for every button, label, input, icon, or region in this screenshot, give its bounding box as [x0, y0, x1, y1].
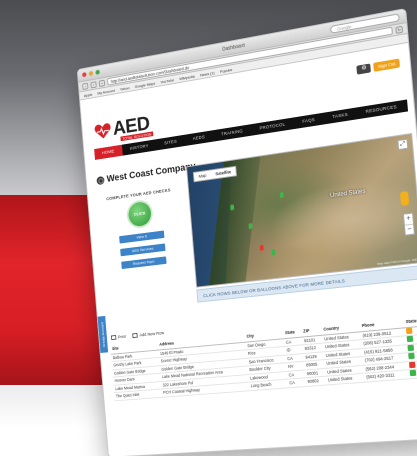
cell-zip: 90802: [305, 376, 326, 386]
bookmark-item[interactable]: Apple: [84, 91, 93, 97]
page-title: West Coast Company: [96, 161, 196, 186]
nav-item-aeds[interactable]: AEDS: [184, 130, 213, 146]
globe-icon: [96, 176, 104, 185]
forward-icon[interactable]: ›: [90, 81, 96, 88]
cell-state: CA: [287, 378, 306, 388]
browser-window: Dashboard Google ‹ › + http://aed.aedtot…: [77, 8, 417, 456]
logo[interactable]: AED TOTAL SOLUTION: [94, 114, 150, 140]
nav-item-training[interactable]: TRAINING: [213, 124, 252, 141]
status-badge: [408, 344, 415, 351]
fullscreen-icon[interactable]: ⤢: [397, 139, 408, 150]
company-name: West Coast Company: [106, 161, 196, 184]
add-tab-icon[interactable]: +: [99, 79, 105, 86]
map-label: United States: [330, 189, 366, 200]
nav-item-protocol[interactable]: PROTOCOL: [251, 117, 295, 135]
nav-item-tasks[interactable]: TASKS: [323, 108, 357, 125]
nav-item-contact[interactable]: CONTACT: [405, 93, 417, 112]
left-panel: COMPLETE YOUR AED CHECKS CLICK View It A…: [100, 187, 184, 271]
cell-country: United States: [326, 373, 365, 384]
zoom-control: + −: [403, 213, 415, 236]
satellite-map[interactable]: Map Satellite ⤢ United States + − Map da…: [186, 133, 417, 288]
complete-checks-text: COMPLETE YOUR AED CHECKS: [100, 187, 178, 203]
print-icon: [111, 335, 116, 340]
map-marker[interactable]: [248, 223, 252, 229]
sites-table: Site Address City State ZIP Country Phon…: [110, 315, 417, 401]
map-marker[interactable]: [260, 245, 264, 251]
map-marker[interactable]: [280, 192, 284, 198]
map-attribution: Map data ©2014 Google, INEGI: [377, 257, 417, 266]
bookmark-item[interactable]: YouTube: [160, 77, 174, 84]
gear-icon[interactable]: ⚙: [357, 63, 372, 74]
add-row-label: Add New Row: [139, 330, 164, 337]
print-label: Print: [118, 334, 126, 339]
nav-item-faqs[interactable]: FAQS: [293, 113, 324, 129]
map-marker[interactable]: [230, 204, 234, 210]
status-badge: [409, 361, 416, 367]
status-badge: [409, 353, 416, 360]
heart-icon: [94, 122, 112, 141]
back-icon[interactable]: ‹: [82, 82, 88, 89]
click-check-button[interactable]: CLICK: [128, 201, 152, 228]
add-icon: [132, 333, 138, 338]
create-account-tab[interactable]: Create Account: [98, 316, 108, 353]
request-topic-button[interactable]: Request Topic: [121, 256, 166, 269]
map-marker[interactable]: [271, 249, 275, 255]
nav-item-sites[interactable]: SITES: [156, 135, 185, 151]
status-badge: [407, 336, 414, 343]
nav-item-home[interactable]: HOME: [94, 145, 122, 160]
status-badge: [410, 370, 417, 376]
table-tools: Print Add New Row: [111, 330, 164, 340]
bookmark-item[interactable]: Yahoo: [120, 85, 130, 91]
pegman-icon[interactable]: [400, 191, 409, 206]
bookmark-item[interactable]: Popular: [220, 67, 233, 74]
nav-item-resources[interactable]: RESOURCES: [356, 100, 406, 120]
sign-out-button[interactable]: Sign Out: [374, 59, 400, 72]
header-actions: ⚙ Sign Out: [357, 59, 400, 75]
reload-icon[interactable]: ↻: [395, 25, 403, 33]
stage: Dashboard Google ‹ › + http://aed.aedtot…: [0, 0, 417, 456]
bookmark-item[interactable]: News (1): [200, 70, 215, 77]
zoom-out-button[interactable]: −: [405, 224, 414, 235]
page: AED TOTAL SOLUTION ⚙ Sign Out HOME HISTO…: [80, 43, 417, 456]
nav-item-history[interactable]: HISTORY: [122, 139, 157, 155]
print-tool[interactable]: Print: [111, 334, 126, 340]
map-type-map[interactable]: Map: [194, 170, 211, 181]
view-it-button[interactable]: View It: [119, 230, 164, 243]
status-badge: [406, 327, 413, 334]
aed-services-button[interactable]: AED Services: [120, 243, 165, 256]
add-row-tool[interactable]: Add New Row: [132, 330, 164, 338]
cell-city: Long Beach: [249, 379, 288, 390]
